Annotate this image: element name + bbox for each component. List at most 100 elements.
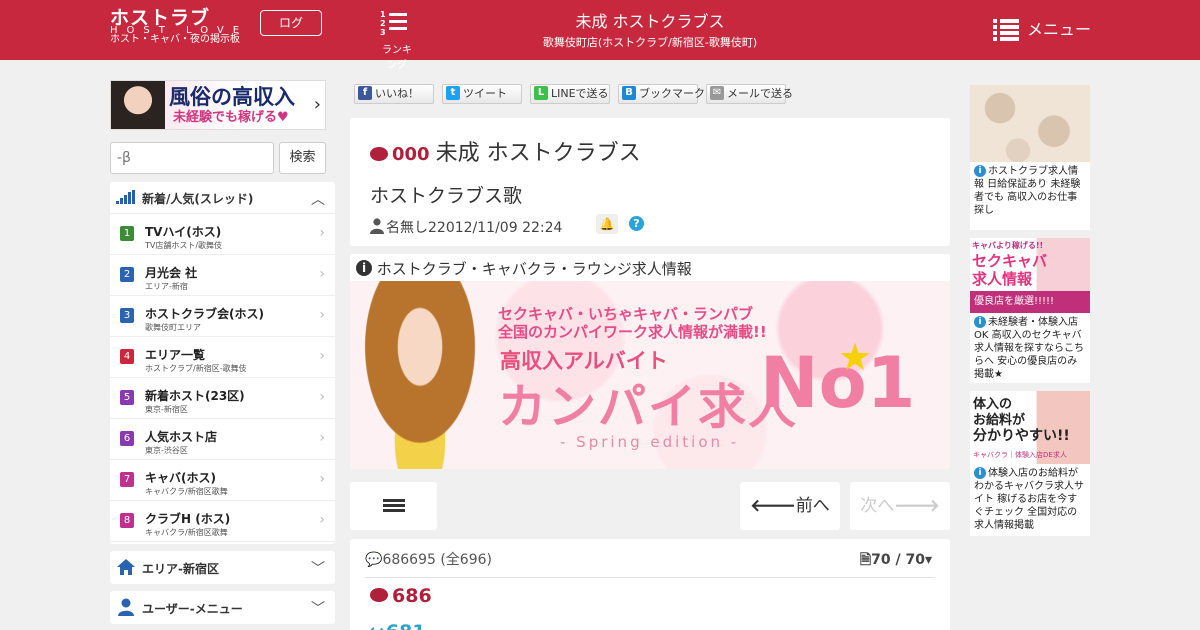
ranking-box: 新着/人気(スレッド) ︿ 1 TVハイ(ホス) TV店舗ホスト/歌舞伎 › 2 月光会 … (110, 182, 335, 544)
ranking-item[interactable]: 3 ホストクラブ会(ホス) 歌舞伎町エリア › (110, 296, 335, 337)
page-indicator: 70 / 70 (871, 552, 925, 568)
menu-button[interactable]: メニュー (993, 19, 1113, 41)
login-button[interactable]: ログ (260, 10, 322, 36)
promo-character-image (350, 281, 490, 469)
next-page-button[interactable]: 次へ🡒 (850, 482, 950, 530)
post-date: 2012/11/09 22:24 (436, 220, 563, 236)
facebook-icon: f (358, 86, 372, 100)
user-icon (370, 218, 384, 234)
rank-item-name: 新着ホスト(23区) (145, 389, 245, 403)
rank-badge: 1 (120, 226, 134, 241)
rank-item-sub: ホストクラブ/新宿区-歌舞伎 (145, 364, 247, 373)
res-count: 000 (392, 144, 430, 165)
ranking-list: 1 TVハイ(ホス) TV店舗ホスト/歌舞伎 › 2 月光会 社エリア-新宿 › 3 ホストクラ… (110, 214, 335, 542)
chevron-right-icon: › (319, 348, 325, 364)
posts-card: 💬686695 (全696) 🗎70 / 70▾ 686 ↪681 (350, 539, 950, 630)
line-share-button[interactable]: L LINEで送る (530, 84, 610, 104)
header-title-text: 未成 ホストクラブス (575, 12, 725, 31)
sexy-cabaret-ad-image: キャバより稼げる!! セクキャバ 求人情報 優良店を厳選!!!!! (970, 238, 1090, 313)
ranking-numbers: 1 2 3 (380, 10, 386, 37)
side-ad-text: i ホストクラブ求人情報 日給保証あり 未経験者でも 高収入のお仕事探し (970, 162, 1090, 220)
trial-pay-ad-image: 体入の お給料が 分かりやすい!! キャバクラ｜体験入店DE求人 (970, 391, 1090, 464)
rank-item-name: TVハイ(ホス) (145, 225, 222, 239)
promo-line5: - Spring edition - (560, 433, 740, 451)
ranking-header[interactable]: 新着/人気(スレッド) ︿ (110, 182, 335, 214)
ranking-list-icon (389, 13, 407, 34)
ranking-item[interactable]: 6 人気ホスト店 東京-渋谷区 › (110, 419, 335, 460)
menu-list-icon (993, 19, 1019, 41)
arrow-right-icon: 🡒 (894, 496, 940, 516)
rank-item-sub: キャバクラ/新宿区歌舞 (145, 487, 228, 496)
posts-summary-text: 686695 (全696) (382, 552, 492, 568)
rank-badge: 3 (120, 308, 134, 323)
rank-item-name: 人気ホスト店 (145, 430, 218, 444)
thread-title: 未成 ホストクラブス (435, 141, 641, 166)
ranking-item[interactable]: 5 新着ホスト(23区) 東京-新宿区 › (110, 378, 335, 419)
search-button[interactable]: 検索 (279, 142, 326, 174)
post-number-text: 686 (392, 585, 432, 607)
side-ad-3-line3: 分かりやすい!! (973, 428, 1070, 444)
post-number[interactable]: 686 (370, 585, 432, 607)
prev-page-button[interactable]: 🡐前へ (740, 482, 840, 530)
rank-item-name: 月光会 社 (145, 266, 198, 280)
site-logo[interactable]: ホストラブ HOST LOVE ホスト・キャバ・夜の掲示板 (110, 8, 250, 54)
promo-card[interactable]: i ホストクラブ・キャバクラ・ラウンジ求人情報 セクキャバ・いちゃキャバ・ランパ… (350, 254, 950, 469)
ranking-title: 新着/人気(スレッド) (142, 192, 254, 206)
side-ad-2-line3: 求人情報 (972, 270, 1033, 288)
thread-heading: 000 未成 ホストクラブス (370, 135, 641, 167)
ranking-item[interactable]: 1 TVハイ(ホス) TV店舗ホスト/歌舞伎 › (110, 214, 335, 255)
rank-badge: 5 (120, 390, 134, 405)
help-icon[interactable]: ? (629, 216, 644, 231)
facebook-like-button[interactable]: f いいね！ (354, 84, 434, 104)
mail-label: メールで送る (727, 87, 793, 100)
ad-line1: 風俗の高収入 (169, 85, 295, 109)
side-ad-1[interactable]: i ホストクラブ求人情報 日給保証あり 未経験者でも 高収入のお仕事探し (970, 85, 1090, 230)
rank-badge: 4 (120, 349, 134, 364)
rank-item-sub: キャバクラ/新宿区歌舞 (145, 528, 228, 537)
arrow-left-icon: 🡐 (750, 496, 796, 516)
side-ad-1-text: ホストクラブ求人情報 日給保証あり 未経験者でも 高収入のお仕事探し (974, 166, 1081, 216)
line-label: LINEで送る (551, 87, 609, 100)
rose-pattern-image (970, 85, 1090, 162)
user-menu-toggle[interactable]: ユーザー-メニュー ﹀ (110, 591, 335, 624)
twitter-icon: t (446, 86, 460, 100)
bookmark-button[interactable]: B ブックマーク (618, 84, 705, 104)
line-icon: L (534, 86, 548, 100)
promo-header: i ホストクラブ・キャバクラ・ラウンジ求人情報 (350, 254, 950, 281)
bell-icon[interactable]: 🔔 (596, 214, 618, 234)
chevron-right-icon: › (319, 266, 325, 282)
page-selector[interactable]: 🗎70 / 70▾ (860, 549, 932, 573)
chevron-right-icon: › (319, 389, 325, 405)
tweet-button[interactable]: t ツイート (442, 84, 522, 104)
chevron-right-icon: › (319, 307, 325, 323)
ranking-item[interactable]: 7 キャバ(ホス) キャバクラ/新宿区歌舞 › (110, 460, 335, 501)
mail-share-button[interactable]: ✉ メールで送る (706, 84, 793, 104)
menu-label: メニュー (1027, 20, 1092, 39)
rank-item-name: エリア一覧 (145, 348, 206, 362)
side-ad-text: i 体験入店のお給料がわかるキャバクラ求人サイト 稼げるお店を今すぐチェック 全国… (970, 464, 1090, 535)
side-ad-3[interactable]: 体入の お給料が 分かりやすい!! キャバクラ｜体験入店DE求人 i 体験入店のお… (970, 391, 1090, 536)
side-ad-2-line4: 優良店を厳選!!!!! (970, 291, 1090, 313)
rank-badge: 6 (120, 431, 134, 446)
search-input[interactable] (110, 142, 274, 174)
home-icon (117, 559, 135, 575)
ranking-item[interactable]: 4 エリア一覧ホストクラブ/新宿区-歌舞伎 › (110, 337, 335, 378)
rank-item-sub: エリア-新宿 (145, 282, 188, 291)
ranking-item[interactable]: 8 クラブH (ホス) キャバクラ/新宿区歌舞 › (110, 501, 335, 542)
side-ad-2[interactable]: キャバより稼げる!! セクキャバ 求人情報 優良店を厳選!!!!! i 未経験者・… (970, 238, 1090, 383)
post-number[interactable]: ↪681 (370, 621, 426, 630)
rank-item-sub: 歌舞伎町エリア (145, 323, 201, 332)
chevron-right-icon: › (319, 512, 325, 528)
logo-tagline: ホスト・キャバ・夜の掲示板 (110, 34, 240, 45)
ad-line2: 未経験でも稼げる♥ (173, 110, 289, 125)
rank-badge: 8 (120, 513, 134, 528)
side-ad-2-text: 未経験者・体験入店OK 高収入のセクキャバ 求人情報を探すならこちらへ 安心の優… (974, 317, 1084, 380)
side-ad-3-text: 体験入店のお給料がわかるキャバクラ求人サイト 稼げるお店を今すぐチェック 全国対… (974, 468, 1084, 531)
info-icon: i (974, 165, 986, 177)
ranking-item[interactable]: 2 月光会 社エリア-新宿 › (110, 255, 335, 296)
area-menu-toggle[interactable]: エリア-新宿区 ﹀ (110, 551, 335, 584)
sidebar-ad-banner[interactable]: 風俗の高収入 未経験でも稼げる♥ › (110, 80, 326, 130)
divider (365, 577, 935, 578)
rank-item-name: ホストクラブ会(ホス) (145, 307, 264, 321)
thread-list-button[interactable] (350, 482, 437, 530)
